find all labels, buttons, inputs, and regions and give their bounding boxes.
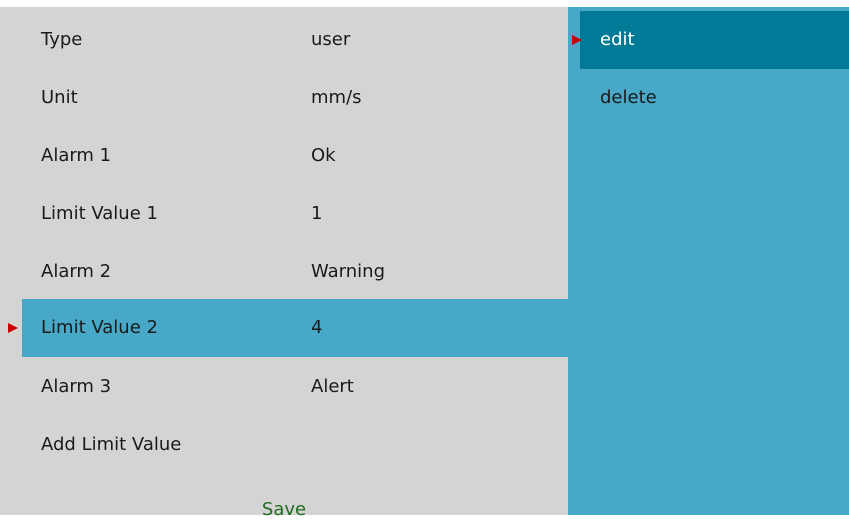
settings-panel: Type user Unit mm/s Alarm 1 Ok Limit Val… (0, 7, 568, 520)
menu-item-edit[interactable]: edit (572, 11, 849, 69)
row-value: Warning (311, 261, 386, 282)
row-value: 1 (311, 203, 323, 224)
row-alarm-1[interactable]: Alarm 1 Ok (22, 127, 568, 185)
row-value: 4 (311, 317, 323, 338)
row-value: user (311, 29, 351, 50)
row-label: Limit Value 2 (41, 317, 158, 338)
row-label: Alarm 1 (41, 145, 112, 166)
context-menu: edit delete (568, 7, 849, 515)
row-limit-value-2[interactable]: Limit Value 2 4 (8, 299, 568, 357)
row-value: Alert (311, 376, 354, 397)
row-label: Alarm 3 (41, 376, 112, 397)
row-alarm-3[interactable]: Alarm 3 Alert (22, 358, 568, 416)
row-type[interactable]: Type user (22, 11, 568, 69)
row-label: Limit Value 1 (41, 203, 158, 224)
row-value: mm/s (311, 87, 362, 108)
row-value: Ok (311, 145, 336, 166)
row-limit-value-1[interactable]: Limit Value 1 1 (22, 185, 568, 243)
row-add-limit-value[interactable]: Add Limit Value (22, 416, 568, 474)
menu-item-label: delete (600, 87, 657, 108)
red-triangle-pointer-icon (572, 35, 582, 45)
row-label: Type (41, 29, 83, 50)
row-alarm-2[interactable]: Alarm 2 Warning (22, 243, 568, 301)
menu-item-delete[interactable]: delete (580, 69, 849, 127)
save-button[interactable]: Save (0, 498, 568, 522)
red-triangle-pointer-icon (8, 323, 18, 333)
row-unit[interactable]: Unit mm/s (22, 69, 568, 127)
row-label: Alarm 2 (41, 261, 112, 282)
row-label: Unit (41, 87, 78, 108)
menu-item-label: edit (600, 29, 635, 50)
row-label: Add Limit Value (41, 434, 182, 455)
